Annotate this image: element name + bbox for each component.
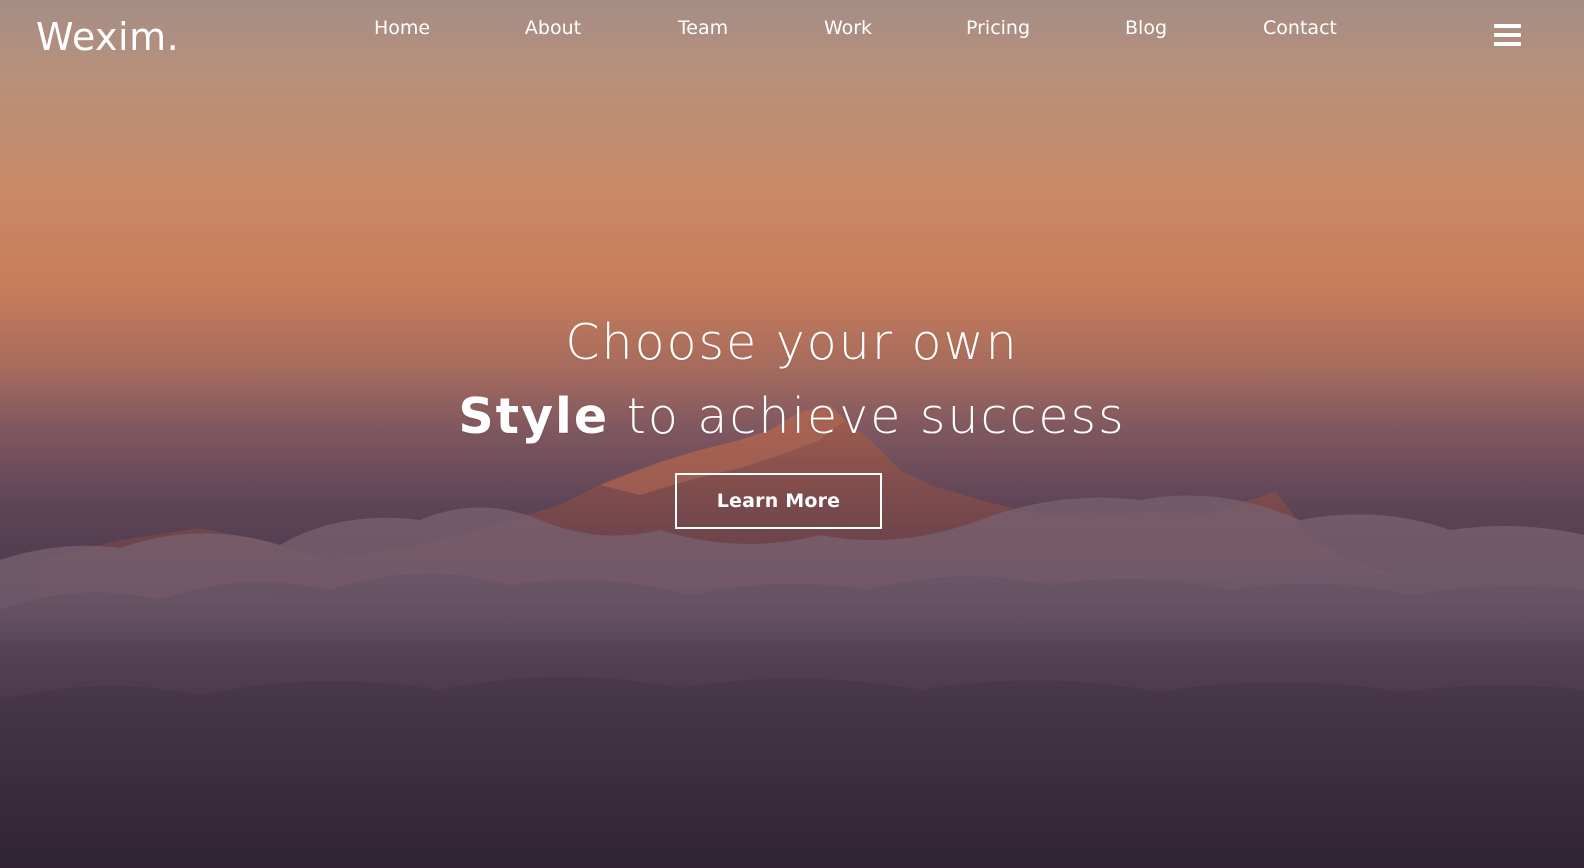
nav-item-contact[interactable]: Contact xyxy=(1263,14,1337,42)
nav-item-about[interactable]: About xyxy=(525,14,581,42)
hamburger-menu-button[interactable] xyxy=(1494,24,1522,50)
nav-item-home[interactable]: Home xyxy=(374,14,430,42)
nav-item-team[interactable]: Team xyxy=(678,14,728,42)
hero-line-2-rest: to achieve success xyxy=(609,388,1126,445)
hero-line-2: Style to achieve success xyxy=(0,380,1584,454)
top-navbar: Wexim. Home About Team Work Pricing Blog… xyxy=(0,0,1584,76)
hero-line-1: Choose your own xyxy=(565,314,1019,371)
hero-heading: Choose your own Style to achieve success xyxy=(0,306,1584,454)
nav-item-blog[interactable]: Blog xyxy=(1125,14,1167,42)
nav-item-work[interactable]: Work xyxy=(824,14,872,42)
hero-emphasis-word: Style xyxy=(458,388,610,445)
hero-bottom-shade xyxy=(0,600,1584,868)
learn-more-button[interactable]: Learn More xyxy=(675,473,882,529)
main-nav: Home About Team Work Pricing Blog Contac… xyxy=(0,14,1584,44)
landing-page: Wexim. Home About Team Work Pricing Blog… xyxy=(0,0,1584,868)
nav-item-pricing[interactable]: Pricing xyxy=(966,14,1030,42)
